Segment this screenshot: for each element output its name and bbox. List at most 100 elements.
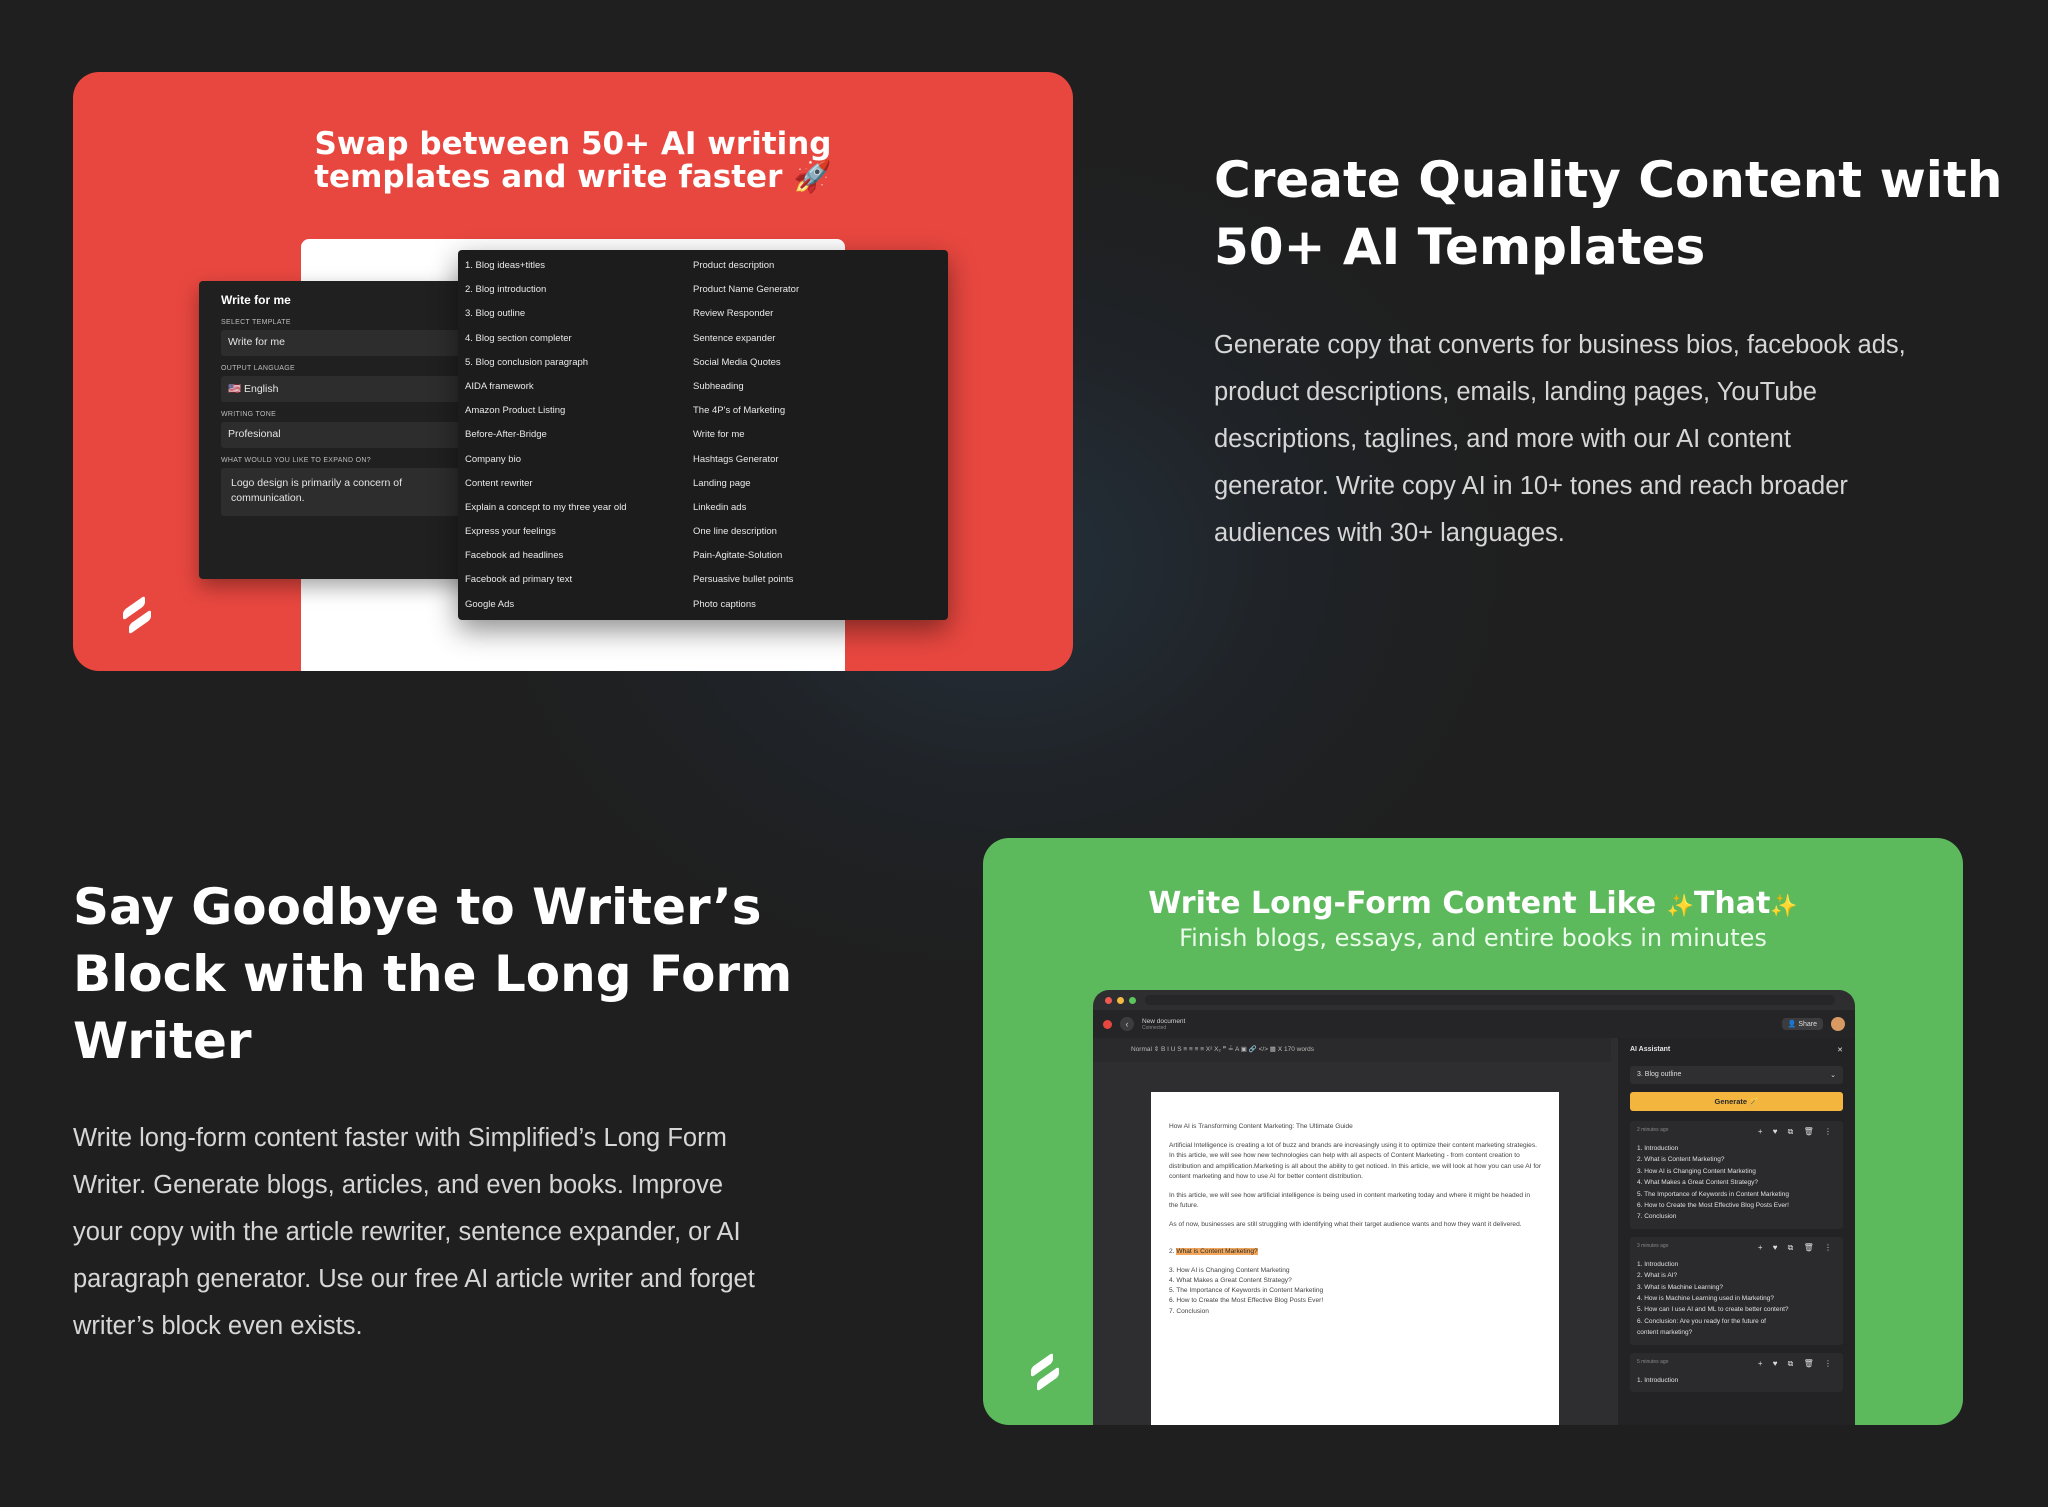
writing-tone-select[interactable]: Profesional: [221, 422, 477, 448]
result-actions-icon[interactable]: + ♥ ⧉ 🗑 ⋮: [1758, 1359, 1836, 1369]
result-line: 2. What is Content Marketing?: [1637, 1156, 1725, 1164]
paragraph-line: Writer. Generate blogs, articles, and ev…: [73, 1171, 724, 1199]
formatting-toolbar[interactable]: Normal ⇕ B I U S ≡ ≡ ≡ ≡ X² X₂ ❞ ≟ A ▣ 🔗…: [1093, 1038, 1611, 1062]
form-title: Write for me: [221, 293, 291, 307]
document-name[interactable]: New document: [1142, 1018, 1185, 1025]
avatar[interactable]: [1831, 1017, 1845, 1031]
result-line: 5. How can I use AI and ML to create bet…: [1637, 1306, 1789, 1314]
expand-on-textarea[interactable]: Logo design is primarily a concern of co…: [221, 468, 477, 516]
maximize-window-icon[interactable]: [1129, 996, 1136, 1004]
paragraph-line: audiences with 30+ languages.: [1214, 519, 1565, 547]
template-menu-item[interactable]: Product Name Generator: [693, 278, 941, 302]
result-line: 3. How AI is Changing Content Marketing: [1637, 1167, 1756, 1175]
select-template-input[interactable]: Write for me: [221, 330, 477, 356]
document-page[interactable]: How AI is Transforming Content Marketing…: [1151, 1092, 1559, 1425]
chevron-down-icon: ⌄: [1830, 1072, 1836, 1079]
document-paragraph: In this article, we will see how artific…: [1169, 1192, 1531, 1210]
result-lines: 1. Introduction 2. What is Content Market…: [1637, 1143, 1836, 1223]
simplified-logo-icon: [1029, 1352, 1061, 1394]
rocket-icon: 🚀: [793, 159, 832, 195]
outline-list: 3. How AI is Changing Content Marketing 4…: [1169, 1266, 1541, 1317]
template-menu-item[interactable]: Review Responder: [693, 302, 941, 326]
template-menu-item[interactable]: 1. Blog ideas+titles: [465, 254, 676, 278]
long-form-heading: Say Goodbye to Writer’s Block with the L…: [73, 878, 793, 1070]
document-paragraph: As of now, businesses are still struggli…: [1169, 1221, 1522, 1229]
ai-result-card[interactable]: 3 minutes ago + ♥ ⧉ 🗑 ⋮ 1. Introduction 2…: [1630, 1236, 1843, 1345]
template-menu-item[interactable]: Sentence expander: [693, 327, 941, 351]
template-menu-item[interactable]: Write for me: [693, 423, 941, 447]
template-menu-item[interactable]: 5. Blog conclusion paragraph: [465, 351, 676, 375]
template-menu-left-column: 1. Blog ideas+titles 2. Blog introduction…: [458, 250, 683, 620]
result-timestamp: 2 minutes ago: [1637, 1127, 1669, 1133]
outline-item: 7. Conclusion: [1169, 1307, 1209, 1315]
template-menu-item[interactable]: Amazon Product Listing: [465, 399, 676, 423]
template-menu-item[interactable]: Photo captions: [693, 593, 941, 617]
result-line: 4. What Makes a Great Content Strategy?: [1637, 1179, 1759, 1187]
paragraph-line: product descriptions, emails, landing pa…: [1214, 378, 1817, 406]
long-form-card-subtitle: Finish blogs, essays, and entire books i…: [1179, 924, 1767, 952]
result-line: 1. Introduction: [1637, 1260, 1679, 1268]
result-line: 4. How is Machine Learning used in Marke…: [1637, 1295, 1774, 1303]
address-bar: [1145, 995, 1835, 1005]
app-logo-icon: [1103, 1019, 1112, 1029]
template-menu-item[interactable]: Persuasive bullet points: [693, 568, 941, 592]
minimize-window-icon[interactable]: [1117, 996, 1124, 1004]
template-menu-item[interactable]: Company bio: [465, 448, 676, 472]
select-template-label: SELECT TEMPLATE: [221, 319, 291, 326]
template-menu-item[interactable]: Linkedin ads: [693, 496, 941, 520]
template-menu-item[interactable]: 2. Blog introduction: [465, 278, 676, 302]
template-menu-item[interactable]: Explain a concept to my three year old: [465, 496, 676, 520]
template-menu-item[interactable]: 3. Blog outline: [465, 302, 676, 326]
template-dropdown-menu: 1. Blog ideas+titles 2. Blog introduction…: [458, 250, 948, 620]
ai-result-card[interactable]: 5 minutes ago + ♥ ⧉ 🗑 ⋮ 1. Introduction: [1630, 1352, 1843, 1393]
ai-result-card[interactable]: 2 minutes ago + ♥ ⧉ 🗑 ⋮ 1. Introduction 2…: [1630, 1121, 1843, 1229]
paragraph-line: writer’s block even exists.: [73, 1312, 363, 1340]
templates-card: Swap between 50+ AI writing templates an…: [73, 72, 1073, 671]
template-menu-item[interactable]: Social Media Quotes: [693, 351, 941, 375]
result-actions-icon[interactable]: + ♥ ⧉ 🗑 ⋮: [1758, 1127, 1836, 1137]
highlighted-text[interactable]: What is Content Marketing?: [1176, 1247, 1258, 1255]
template-menu-item[interactable]: Facebook ad headlines: [465, 544, 676, 568]
template-menu-item[interactable]: AIDA framework: [465, 375, 676, 399]
template-menu-item[interactable]: Facebook ad primary text: [465, 568, 676, 592]
paragraph-line: Write long-form content faster with Simp…: [73, 1124, 727, 1152]
output-language-label: OUTPUT LANGUAGE: [221, 365, 295, 372]
output-language-select[interactable]: 🇺🇸 English: [221, 376, 477, 402]
paragraph-line: generator. Write copy AI in 10+ tones an…: [1214, 472, 1848, 500]
long-form-card-title: Write Long-Form Content Like ✨That✨: [1148, 886, 1798, 921]
back-icon[interactable]: ‹: [1120, 1017, 1134, 1031]
outline-item: 3. How AI is Changing Content Marketing: [1169, 1266, 1290, 1274]
templates-description: Generate copy that converts for business…: [1214, 322, 2014, 557]
template-menu-item[interactable]: Express your feelings: [465, 520, 676, 544]
template-menu-item[interactable]: Content rewriter: [465, 472, 676, 496]
template-menu-item[interactable]: 4. Blog section completer: [465, 327, 676, 351]
result-line: 7. Conclusion: [1637, 1213, 1677, 1221]
outline-item: 4. What Makes a Great Content Strategy?: [1169, 1277, 1292, 1285]
template-menu-item[interactable]: Subheading: [693, 375, 941, 399]
document-title: How AI is Transforming Content Marketing…: [1169, 1123, 1353, 1130]
template-menu-item[interactable]: Landing page: [693, 472, 941, 496]
generate-button[interactable]: Generate 🪄: [1630, 1092, 1843, 1111]
long-form-description: Write long-form content faster with Simp…: [73, 1115, 873, 1350]
template-select[interactable]: 3. Blog outline ⌄: [1630, 1066, 1843, 1084]
template-menu-item[interactable]: Hashtags Generator: [693, 448, 941, 472]
result-lines: 1. Introduction 2. What is AI? 3. What is …: [1637, 1259, 1836, 1339]
template-menu-item[interactable]: Before-After-Bridge: [465, 423, 676, 447]
document-paragraph: Artificial Intelligence is creating a lo…: [1169, 1142, 1542, 1180]
result-actions-icon[interactable]: + ♥ ⧉ 🗑 ⋮: [1758, 1243, 1836, 1253]
close-window-icon[interactable]: [1105, 996, 1112, 1004]
template-menu-item[interactable]: Pain-Agitate-Solution: [693, 544, 941, 568]
share-button[interactable]: 👤 Share: [1781, 1018, 1823, 1030]
template-menu-item[interactable]: The 4P's of Marketing: [693, 399, 941, 423]
ai-assistant-panel: AI Assistant ✕ 3. Blog outline ⌄ Generat…: [1618, 1038, 1855, 1425]
paragraph-line: paragraph generator. Use our free AI art…: [73, 1265, 755, 1293]
result-timestamp: 3 minutes ago: [1637, 1242, 1669, 1249]
template-menu-item[interactable]: Google Ads: [465, 593, 676, 617]
ai-assistant-title: AI Assistant: [1630, 1046, 1671, 1053]
result-line: content marketing?: [1637, 1329, 1693, 1337]
window-titlebar: [1093, 990, 1855, 1010]
template-menu-item[interactable]: One line description: [693, 520, 941, 544]
editor-window: ‹ New document Connected 👤 Share Normal …: [1093, 990, 1855, 1425]
close-icon[interactable]: ✕: [1837, 1046, 1843, 1054]
template-menu-item[interactable]: Product description: [693, 254, 941, 278]
